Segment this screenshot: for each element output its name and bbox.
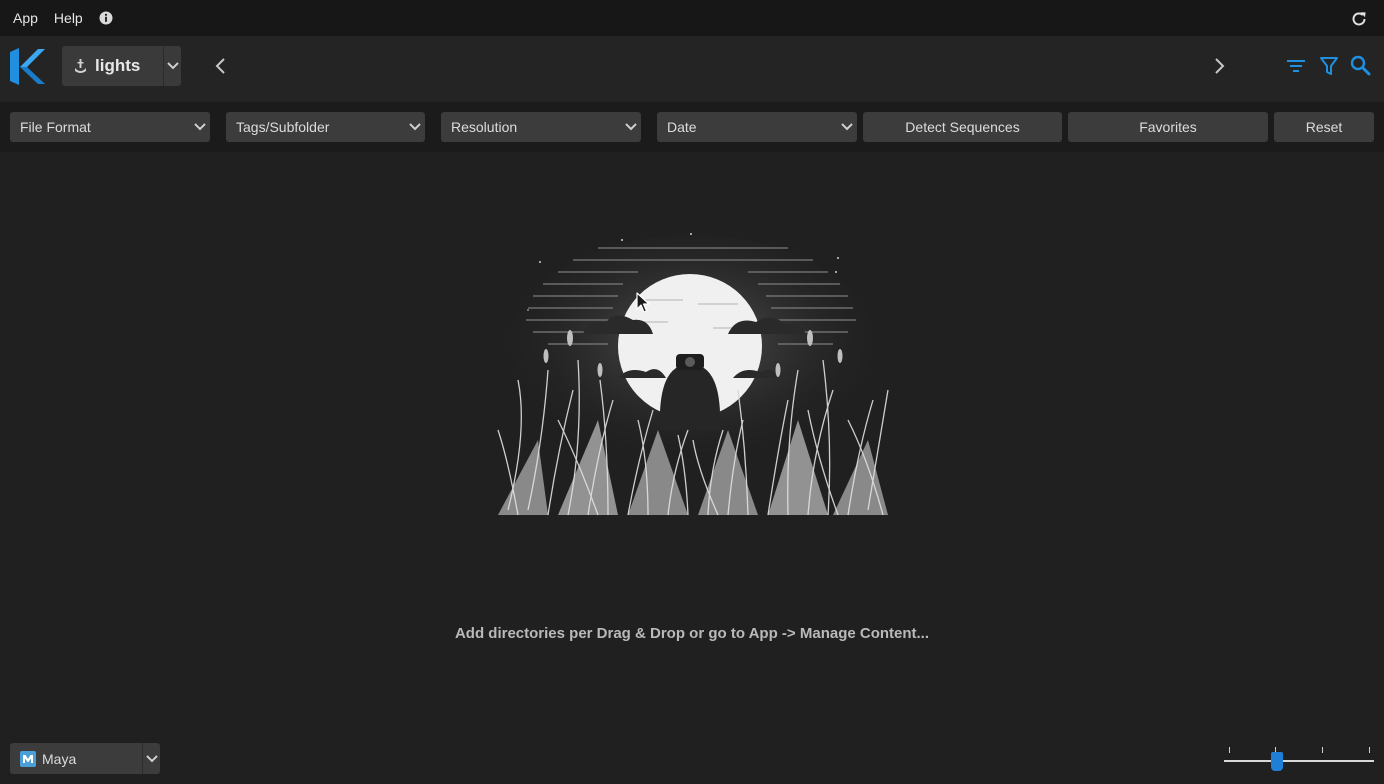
- toolbar: lights: [0, 36, 1384, 102]
- host-app-select[interactable]: Maya: [10, 743, 160, 774]
- detect-sequences-button[interactable]: Detect Sequences: [863, 112, 1062, 142]
- date-label: Date: [667, 119, 697, 135]
- menu-help[interactable]: Help: [54, 10, 83, 26]
- tags-subfolder-dropdown[interactable]: Tags/Subfolder: [226, 112, 425, 142]
- library-select-value: lights: [95, 56, 141, 75]
- date-dropdown[interactable]: Date: [657, 112, 857, 142]
- empty-state-message: Add directories per Drag & Drop or go to…: [454, 625, 930, 642]
- favorites-button[interactable]: Favorites: [1068, 112, 1268, 142]
- filter-bar: File Format Tags/Subfolder Resolution Da…: [0, 102, 1384, 152]
- maya-icon: [20, 750, 36, 767]
- k-logo: [10, 48, 45, 85]
- tags-subfolder-label: Tags/Subfolder: [236, 119, 330, 135]
- slider-tick: [1369, 747, 1370, 753]
- host-app-label: Maya: [42, 750, 77, 767]
- file-format-label: File Format: [20, 119, 91, 135]
- content-area[interactable]: Add directories per Drag & Drop or go to…: [0, 152, 1384, 740]
- menu-app[interactable]: App: [13, 10, 38, 26]
- slider-tick: [1322, 747, 1323, 753]
- chevron-down-icon: [409, 123, 421, 131]
- filter-icon[interactable]: [1319, 56, 1339, 76]
- chevron-down-icon[interactable]: [142, 743, 160, 774]
- library-select[interactable]: lights: [62, 46, 181, 86]
- refresh-icon[interactable]: [1350, 10, 1368, 28]
- file-format-dropdown[interactable]: File Format: [10, 112, 210, 142]
- chevron-down-icon[interactable]: [163, 46, 181, 86]
- reset-button[interactable]: Reset: [1274, 112, 1374, 142]
- anchor-icon: [75, 59, 86, 73]
- menu-bar: App Help: [0, 0, 1384, 36]
- empty-state-illustration: [497, 233, 889, 516]
- chevron-down-icon: [625, 123, 637, 131]
- chevron-left-icon[interactable]: [212, 56, 230, 76]
- resolution-dropdown[interactable]: Resolution: [441, 112, 641, 142]
- resolution-label: Resolution: [451, 119, 518, 135]
- mouse-cursor-icon: [636, 292, 650, 313]
- info-icon[interactable]: [99, 11, 113, 25]
- chevron-down-icon: [194, 123, 206, 131]
- chevron-down-icon: [841, 123, 853, 131]
- zoom-slider[interactable]: [1223, 744, 1375, 774]
- search-icon[interactable]: [1350, 55, 1371, 76]
- slider-thumb[interactable]: [1270, 752, 1283, 771]
- slider-tick: [1229, 747, 1230, 753]
- chevron-right-icon[interactable]: [1210, 56, 1228, 76]
- slider-track[interactable]: [1224, 760, 1374, 762]
- sort-icon[interactable]: [1286, 56, 1306, 76]
